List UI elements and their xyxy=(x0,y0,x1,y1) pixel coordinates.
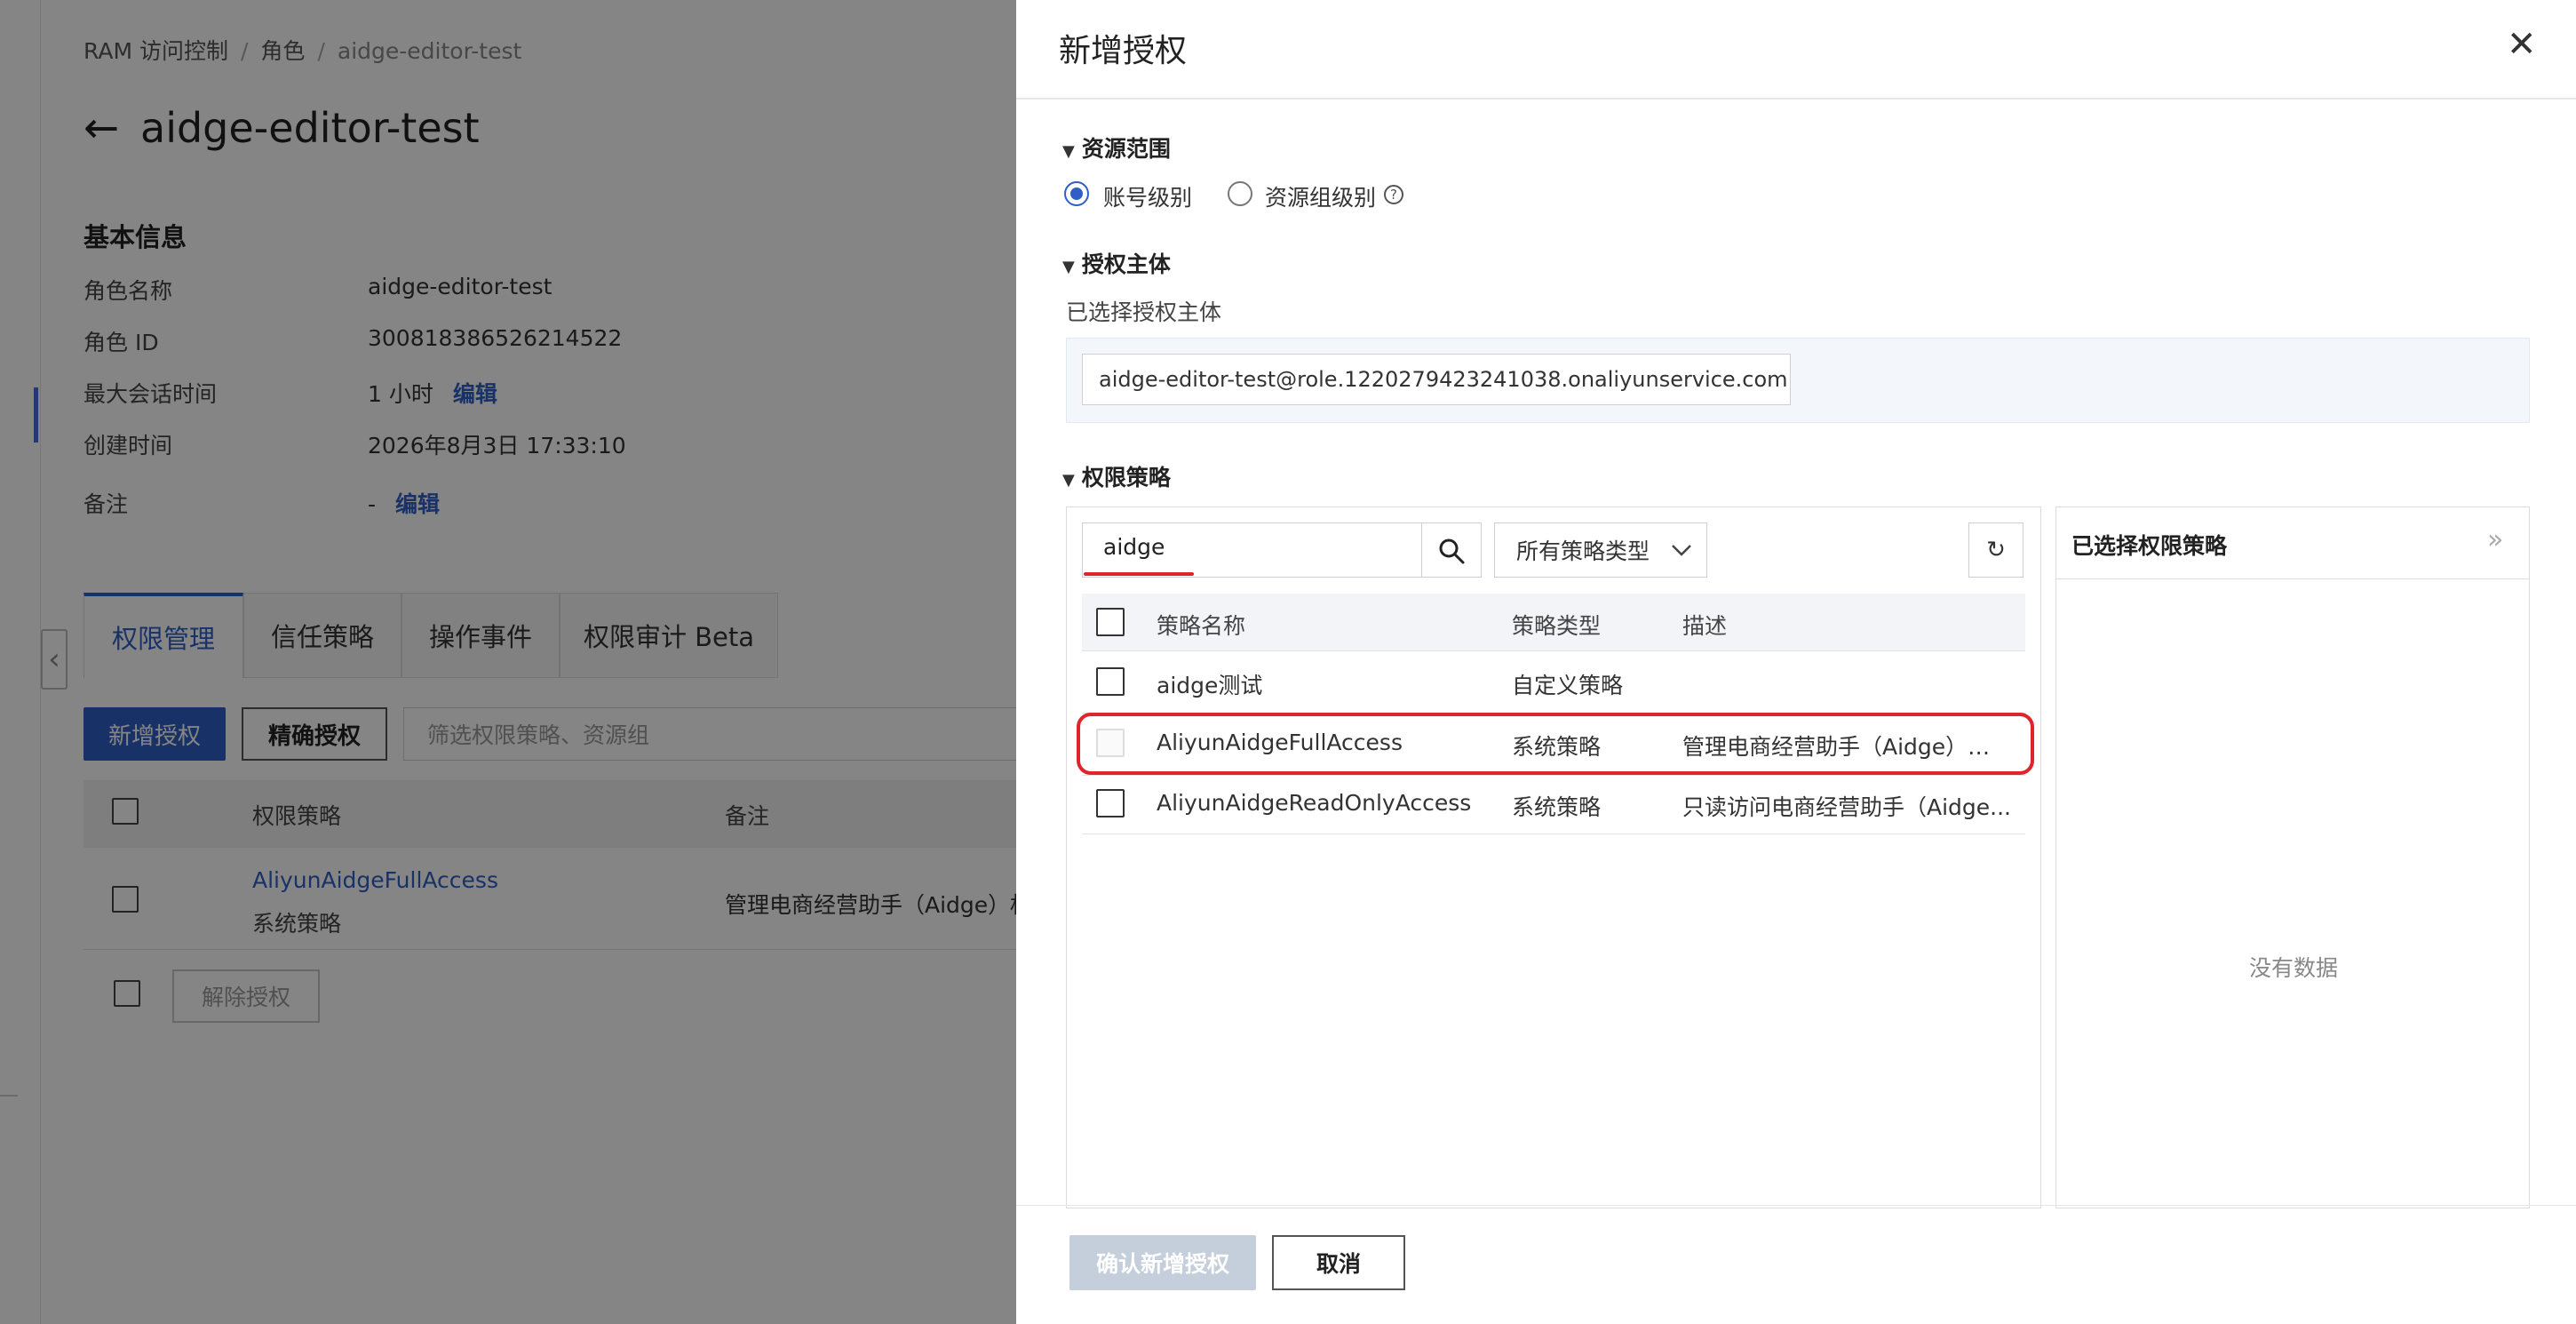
select-all-policies-checkbox[interactable] xyxy=(1096,608,1125,636)
drawer-header-divider xyxy=(1016,98,2576,100)
selected-principal-label: 已选择授权主体 xyxy=(1066,299,1222,325)
caret-down-icon: ▼ xyxy=(1062,258,1075,276)
section-principal[interactable]: ▼ 授权主体 xyxy=(1062,247,1171,279)
search-annotation-underline xyxy=(1084,572,1194,576)
drawer-title: 新增授权 xyxy=(1059,33,1188,69)
confirm-add-authorization-button[interactable]: 确认新增授权 xyxy=(1069,1235,1256,1290)
help-icon[interactable]: ? xyxy=(1384,185,1403,204)
radio-resource-group[interactable] xyxy=(1228,181,1252,206)
policy-row-checkbox[interactable] xyxy=(1096,789,1125,818)
policy-type: 自定义策略 xyxy=(1512,673,1624,698)
principal-field[interactable]: aidge-editor-test@role.1220279423241038.… xyxy=(1082,354,1791,405)
radio-selected-dot xyxy=(1070,187,1083,200)
search-icon[interactable] xyxy=(1437,537,1466,565)
highlight-annotation-box xyxy=(1077,713,2034,775)
footer-divider xyxy=(1016,1205,2576,1206)
policy-type: 系统策略 xyxy=(1512,794,1602,820)
row-divider xyxy=(1082,775,2025,776)
header-description: 描述 xyxy=(1682,613,1728,639)
policy-name[interactable]: AliyunAidgeReadOnlyAccess xyxy=(1157,790,1471,816)
empty-state-text: 没有数据 xyxy=(2249,955,2339,981)
section-resource-scope[interactable]: ▼ 资源范围 xyxy=(1062,132,1171,164)
row-divider xyxy=(1082,833,2025,834)
refresh-button[interactable]: ↻ xyxy=(1968,522,2023,578)
header-policy-name: 策略名称 xyxy=(1157,613,1246,639)
close-icon[interactable]: ✕ xyxy=(2507,23,2537,66)
policy-name[interactable]: aidge测试 xyxy=(1157,668,1262,700)
modal-overlay[interactable] xyxy=(0,0,1016,1324)
double-chevron-right-icon[interactable]: » xyxy=(2487,524,2503,555)
section-principal-label: 授权主体 xyxy=(1081,251,1171,277)
policy-description: 只读访问电商经营助手（Aidge... xyxy=(1682,794,2011,820)
policy-row-checkbox[interactable] xyxy=(1096,667,1125,696)
caret-down-icon: ▼ xyxy=(1062,142,1075,161)
row-divider xyxy=(1082,650,2025,651)
refresh-icon: ↻ xyxy=(1986,537,2006,563)
section-resource-scope-label: 资源范围 xyxy=(1081,136,1171,162)
section-policies-label: 权限策略 xyxy=(1081,465,1171,491)
header-policy-type: 策略类型 xyxy=(1512,613,1602,639)
selected-policies-panel xyxy=(2055,506,2530,1208)
selected-policies-title: 已选择权限策略 xyxy=(2071,533,2228,559)
chevron-down-icon xyxy=(1672,545,1691,556)
radio-resource-group-label[interactable]: 资源组级别 xyxy=(1265,180,1376,212)
cancel-button[interactable]: 取消 xyxy=(1272,1235,1405,1290)
caret-down-icon: ▼ xyxy=(1062,471,1075,490)
radio-account-level-label[interactable]: 账号级别 xyxy=(1103,180,1192,212)
policy-search-value[interactable]: aidge xyxy=(1103,534,1165,560)
section-policies[interactable]: ▼ 权限策略 xyxy=(1062,460,1171,492)
